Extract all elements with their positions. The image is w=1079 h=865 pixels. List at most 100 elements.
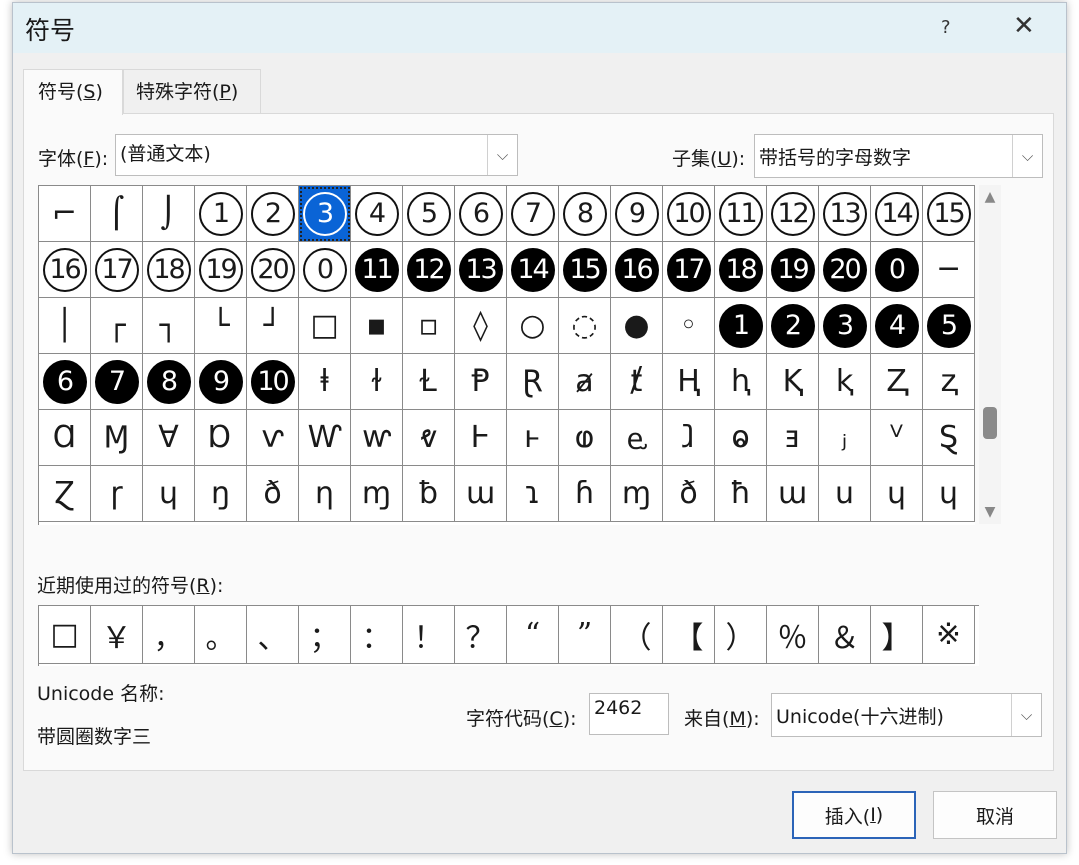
symbol-cell[interactable]: 3	[299, 186, 351, 242]
symbol-cell[interactable]: 7	[91, 354, 143, 410]
symbol-cell[interactable]: ⱦ	[611, 354, 663, 410]
symbol-cell[interactable]: 20	[247, 242, 299, 298]
symbol-cell[interactable]: ◌	[559, 298, 611, 354]
symbol-cell[interactable]: ⱳ	[351, 410, 403, 466]
symbol-cell[interactable]: ┌	[91, 298, 143, 354]
tab-special-characters[interactable]: 特殊字符(P)	[123, 69, 261, 114]
recent-symbol-cell[interactable]: ％	[767, 606, 819, 664]
symbol-cell[interactable]: ŋ	[195, 466, 247, 522]
symbol-cell[interactable]: 11	[351, 242, 403, 298]
symbol-cell[interactable]: 6	[455, 186, 507, 242]
symbol-cell[interactable]: ɼ	[91, 466, 143, 522]
symbol-cell[interactable]: ɥ	[871, 466, 923, 522]
symbol-cell[interactable]: 12	[403, 242, 455, 298]
symbol-cell[interactable]: ⌠	[91, 186, 143, 242]
symbol-cell[interactable]: ⱹ	[663, 410, 715, 466]
symbol-cell[interactable]: ⌐	[39, 186, 91, 242]
symbol-cell[interactable]: Ɐ	[143, 410, 195, 466]
symbol-cell[interactable]: 3	[819, 298, 871, 354]
symbol-cell[interactable]: η	[299, 466, 351, 522]
symbol-cell[interactable]: ⱪ	[819, 354, 871, 410]
symbol-cell[interactable]: Ɑ	[39, 410, 91, 466]
subset-select[interactable]: 带括号的字母数字 ⌵	[754, 134, 1043, 178]
symbol-cell[interactable]: ⱸ	[611, 410, 663, 466]
recent-symbol-cell[interactable]: ※	[923, 606, 975, 664]
symbol-cell[interactable]: 2	[247, 186, 299, 242]
symbol-cell[interactable]: ɥ	[143, 466, 195, 522]
symbol-cell[interactable]: Ɽ	[507, 354, 559, 410]
recent-symbol-cell[interactable]: ＆	[819, 606, 871, 664]
symbol-cell[interactable]: ○	[507, 298, 559, 354]
symbol-cell[interactable]: 10	[663, 186, 715, 242]
symbol-cell[interactable]: □	[299, 298, 351, 354]
symbol-cell[interactable]: ◦	[663, 298, 715, 354]
symbol-cell[interactable]: │	[39, 298, 91, 354]
symbol-cell[interactable]: ⱻ	[767, 410, 819, 466]
recent-symbol-cell[interactable]: （	[611, 606, 663, 664]
symbol-cell[interactable]: ɱ	[351, 466, 403, 522]
symbol-cell[interactable]: 16	[611, 242, 663, 298]
symbol-cell[interactable]: 9	[195, 354, 247, 410]
scrollbar-thumb[interactable]	[983, 407, 997, 439]
symbol-cell[interactable]: 18	[715, 242, 767, 298]
symbol-cell[interactable]: Ᵽ	[455, 354, 507, 410]
symbol-cell[interactable]: 5	[923, 298, 975, 354]
symbol-cell[interactable]: Ⱶ	[455, 410, 507, 466]
symbol-cell[interactable]: 15	[559, 242, 611, 298]
symbol-cell[interactable]: 5	[403, 186, 455, 242]
recent-symbol-cell[interactable]: “	[507, 606, 559, 664]
tab-symbols[interactable]: 符号(S)	[23, 69, 123, 115]
symbol-cell[interactable]: Ɒ	[195, 410, 247, 466]
recent-symbol-cell[interactable]: 、	[247, 606, 299, 664]
symbol-cell[interactable]: ɱ	[611, 466, 663, 522]
recent-symbol-cell[interactable]: 】	[871, 606, 923, 664]
symbol-cell[interactable]: 10	[247, 354, 299, 410]
recent-symbol-cell[interactable]: ）	[715, 606, 767, 664]
recent-symbol-cell[interactable]: 【	[663, 606, 715, 664]
symbol-cell[interactable]: ⱨ	[715, 354, 767, 410]
symbol-cell[interactable]: ⱱ	[247, 410, 299, 466]
symbol-cell[interactable]: 16	[39, 242, 91, 298]
recent-symbol-cell[interactable]: ，	[143, 606, 195, 664]
symbol-cell[interactable]: 18	[143, 242, 195, 298]
symbol-cell[interactable]: Ⱪ	[767, 354, 819, 410]
scroll-up-icon[interactable]: ▲	[979, 189, 1001, 205]
symbol-cell[interactable]: 0	[299, 242, 351, 298]
symbol-cell[interactable]: 13	[819, 186, 871, 242]
symbol-cell[interactable]: 2	[767, 298, 819, 354]
symbol-cell[interactable]: ƀ	[403, 466, 455, 522]
symbol-cell[interactable]: └	[195, 298, 247, 354]
symbol-cell[interactable]: 8	[143, 354, 195, 410]
insert-button[interactable]: 插入(I)	[792, 791, 916, 839]
symbol-cell[interactable]: ─	[923, 242, 975, 298]
symbol-cell[interactable]: ⌡	[143, 186, 195, 242]
symbol-cell[interactable]: ɯ	[767, 466, 819, 522]
symbol-cell[interactable]: Ɱ	[91, 410, 143, 466]
symbol-cell[interactable]: ●	[611, 298, 663, 354]
cancel-button[interactable]: 取消	[933, 791, 1057, 839]
symbol-cell[interactable]: 4	[351, 186, 403, 242]
symbol-cell[interactable]: 9	[611, 186, 663, 242]
symbol-cell[interactable]: ⱬ	[923, 354, 975, 410]
symbol-cell[interactable]: ⱴ	[403, 410, 455, 466]
symbol-cell[interactable]: Ⱨ	[663, 354, 715, 410]
symbol-cell[interactable]: ┐	[143, 298, 195, 354]
symbol-cell[interactable]: 7	[507, 186, 559, 242]
symbol-cell[interactable]: ◊	[455, 298, 507, 354]
symbol-cell[interactable]: ⱡ	[299, 354, 351, 410]
symbol-cell[interactable]: 4	[871, 298, 923, 354]
symbol-cell[interactable]: 14	[871, 186, 923, 242]
symbol-cell[interactable]: 15	[923, 186, 975, 242]
symbol-cell[interactable]: 0	[871, 242, 923, 298]
recent-symbol-cell[interactable]: 。	[195, 606, 247, 664]
symbol-cell[interactable]: ð	[663, 466, 715, 522]
chevron-down-icon[interactable]: ⌵	[1011, 694, 1041, 736]
symbol-cell[interactable]: ⱷ	[559, 410, 611, 466]
recent-symbol-cell[interactable]: ？	[455, 606, 507, 664]
symbol-cell[interactable]: 12	[767, 186, 819, 242]
symbol-cell[interactable]: Ⱳ	[299, 410, 351, 466]
symbol-cell[interactable]: ⱥ	[559, 354, 611, 410]
symbol-cell[interactable]: 20	[819, 242, 871, 298]
symbol-cell[interactable]: 8	[559, 186, 611, 242]
font-select[interactable]: (普通文本) ⌵	[115, 134, 518, 176]
